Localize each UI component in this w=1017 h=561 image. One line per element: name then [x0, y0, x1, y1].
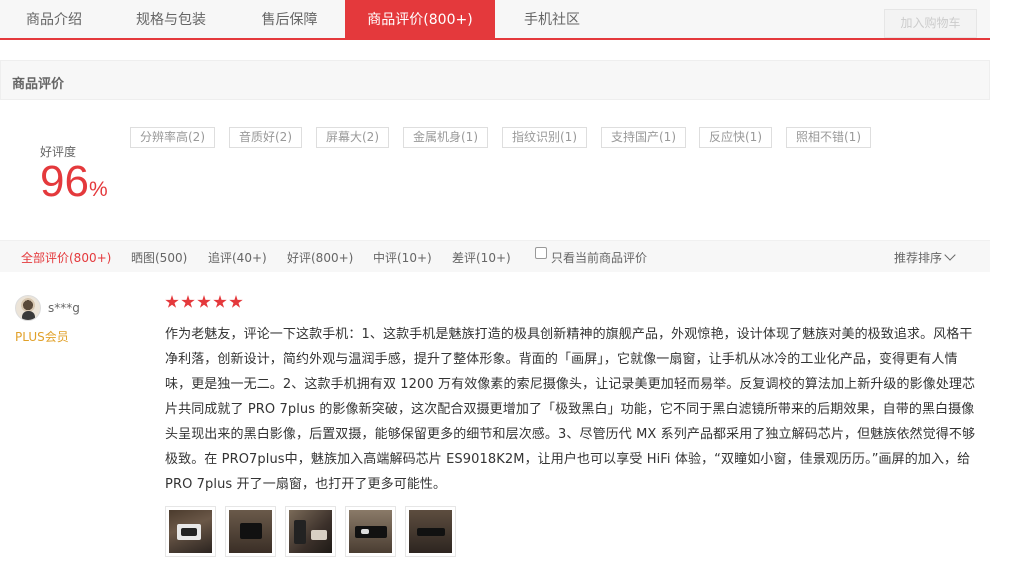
tag-fast[interactable]: 反应快(1) — [699, 127, 772, 148]
avatar[interactable] — [15, 295, 41, 321]
tab-bar: 商品介绍 规格与包装 售后保障 商品评价(800+) 手机社区 加入购物车 — [0, 0, 990, 40]
review-image-thumb[interactable] — [165, 506, 216, 557]
tag-resolution[interactable]: 分辨率高(2) — [130, 127, 215, 148]
only-current-checkbox[interactable] — [535, 247, 547, 259]
review-image-thumb[interactable] — [285, 506, 336, 557]
filter-neutral[interactable]: 中评(10+) — [373, 249, 432, 266]
star-icon — [197, 295, 211, 308]
review-image-thumb[interactable] — [345, 506, 396, 557]
star-icon — [213, 295, 227, 308]
username: s***g — [48, 301, 80, 315]
filter-followup[interactable]: 追评(40+) — [208, 249, 267, 266]
rating-unit: % — [88, 178, 108, 201]
rating-number: 96 — [40, 157, 89, 206]
review-text: 作为老魅友，评论一下这款手机：1、这款手机是魅族打造的极具创新精神的旗舰产品，外… — [165, 327, 976, 492]
tag-screen[interactable]: 屏幕大(2) — [316, 127, 389, 148]
member-badge: PLUS会员 — [15, 330, 69, 344]
add-to-cart-button[interactable]: 加入购物车 — [884, 9, 977, 38]
section-title: 商品评价 — [12, 77, 65, 92]
section-header: 商品评价 — [0, 60, 990, 100]
star-icon — [165, 295, 179, 308]
tag-fingerprint[interactable]: 指纹识别(1) — [502, 127, 587, 148]
tab-after-sales[interactable]: 售后保障 — [234, 0, 345, 38]
tag-metal-body[interactable]: 金属机身(1) — [403, 127, 488, 148]
tag-camera[interactable]: 照相不错(1) — [786, 127, 871, 148]
review-image-thumb[interactable] — [405, 506, 456, 557]
chevron-down-icon — [944, 249, 956, 261]
filter-all[interactable]: 全部评价(800+) — [21, 249, 111, 266]
star-rating — [165, 295, 245, 311]
only-current-label[interactable]: 只看当前商品评价 — [551, 249, 647, 266]
filter-positive[interactable]: 好评(800+) — [287, 249, 353, 266]
tab-community[interactable]: 手机社区 — [495, 0, 609, 38]
sort-dropdown[interactable]: 推荐排序 — [894, 249, 956, 266]
filter-negative[interactable]: 差评(10+) — [452, 249, 511, 266]
review-image-thumb[interactable] — [225, 506, 276, 557]
tab-specs[interactable]: 规格与包装 — [108, 0, 234, 38]
tab-reviews[interactable]: 商品评价(800+) — [345, 0, 495, 38]
review-images — [165, 506, 465, 557]
star-icon — [181, 295, 195, 308]
filter-photos[interactable]: 晒图(500) — [131, 249, 187, 266]
rating-value: 96% — [40, 156, 108, 208]
tab-product-intro[interactable]: 商品介绍 — [0, 0, 108, 38]
star-icon — [229, 295, 243, 308]
sort-label: 推荐排序 — [894, 251, 943, 265]
tag-domestic[interactable]: 支持国产(1) — [601, 127, 686, 148]
tag-sound[interactable]: 音质好(2) — [229, 127, 302, 148]
